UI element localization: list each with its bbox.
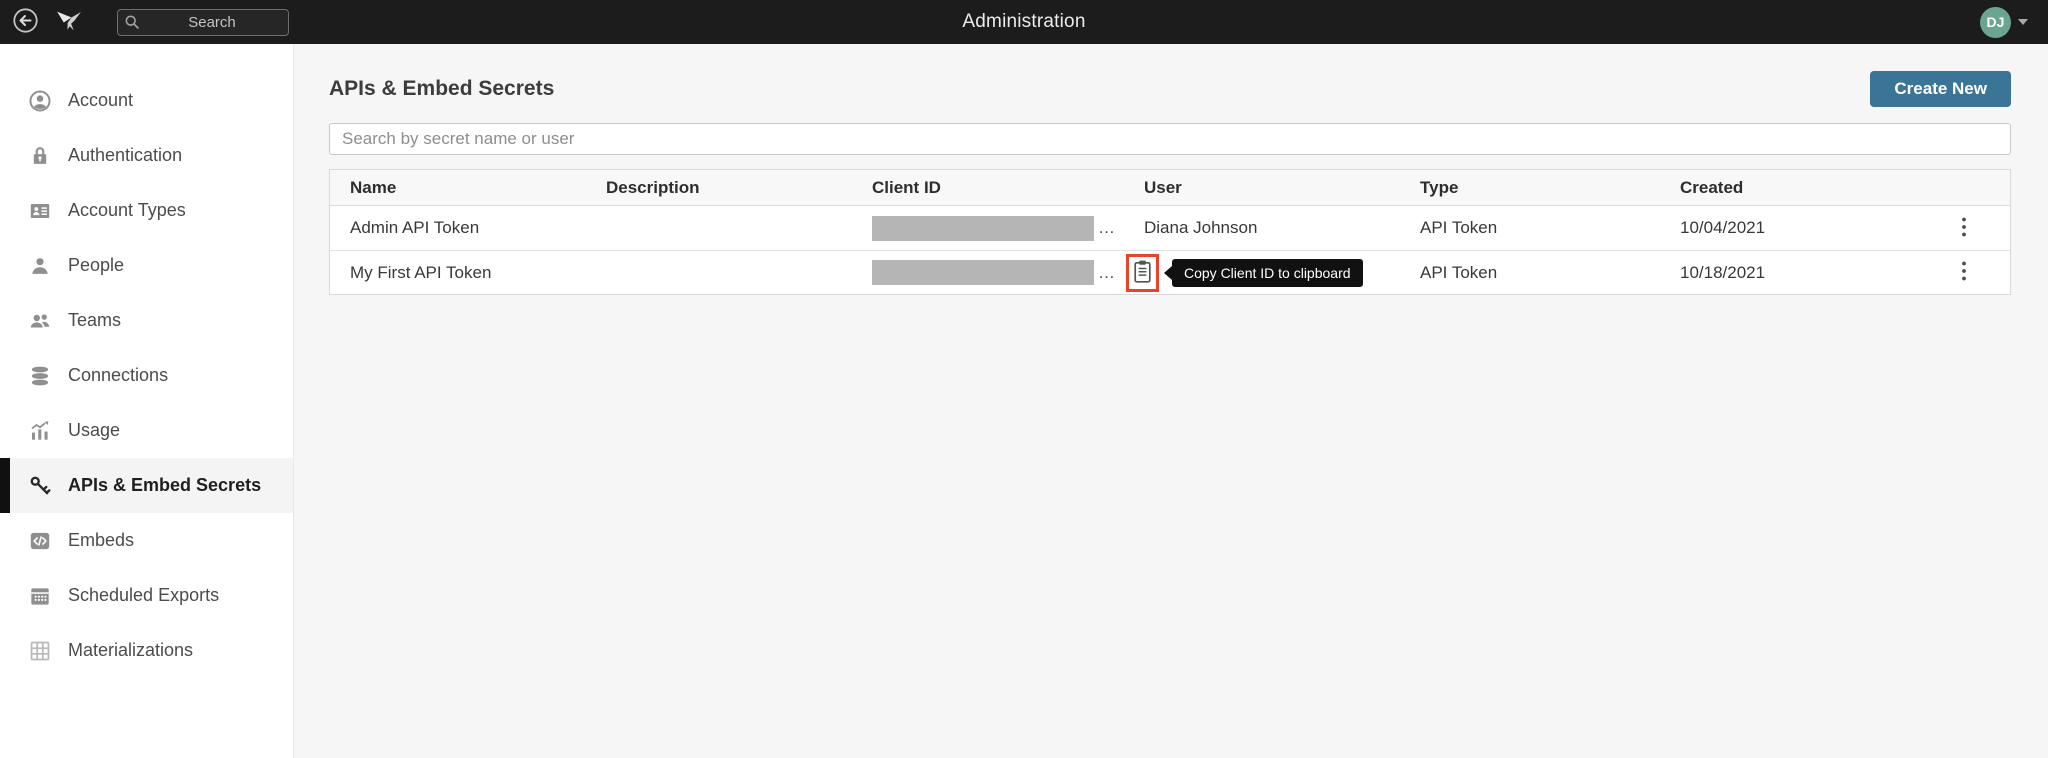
sidebar-item-teams[interactable]: Teams bbox=[0, 293, 293, 348]
database-icon bbox=[26, 363, 54, 389]
secrets-table: Name Description Client ID User Type Cre… bbox=[329, 169, 2011, 295]
secret-type: API Token bbox=[1400, 218, 1660, 238]
topbar: Administration DJ bbox=[0, 0, 2048, 44]
sidebar-item-materializations[interactable]: Materializations bbox=[0, 623, 293, 678]
sidebar-item-label: Account bbox=[68, 90, 133, 111]
tooltip: Copy Client ID to clipboard bbox=[1172, 259, 1363, 287]
kebab-icon bbox=[1961, 215, 1967, 242]
table-header-row: Name Description Client ID User Type Cre… bbox=[330, 170, 2010, 206]
column-header-client-id: Client ID bbox=[852, 178, 1124, 198]
sidebar-item-authentication[interactable]: Authentication bbox=[0, 128, 293, 183]
sidebar-item-label: Authentication bbox=[68, 145, 182, 166]
secret-created: 10/18/2021 bbox=[1660, 263, 1918, 283]
chart-icon bbox=[26, 418, 54, 444]
secrets-search-input[interactable] bbox=[329, 123, 2011, 155]
key-icon bbox=[26, 473, 54, 499]
page-title: APIs & Embed Secrets bbox=[329, 77, 554, 101]
people-icon bbox=[26, 308, 54, 334]
client-id-ellipsis: … bbox=[1098, 218, 1117, 238]
global-search bbox=[117, 9, 289, 36]
table-icon bbox=[26, 638, 54, 664]
sidebar-item-people[interactable]: People bbox=[0, 238, 293, 293]
calendar-icon bbox=[26, 583, 54, 609]
code-icon bbox=[26, 528, 54, 554]
secret-name: Admin API Token bbox=[330, 218, 586, 238]
client-id-ellipsis: … bbox=[1098, 263, 1117, 283]
page-header-title: Administration bbox=[0, 11, 2048, 33]
column-header-name: Name bbox=[330, 178, 586, 198]
sidebar-item-label: Scheduled Exports bbox=[68, 585, 219, 606]
sidebar-item-label: Teams bbox=[68, 310, 121, 331]
app-logo[interactable] bbox=[53, 6, 85, 39]
sidebar-item-account-types[interactable]: Account Types bbox=[0, 183, 293, 238]
global-search-input[interactable] bbox=[117, 9, 289, 36]
table-row: Admin API Token … Diana Johnson API Toke… bbox=[330, 206, 2010, 250]
sidebar-item-label: Connections bbox=[68, 365, 168, 386]
sidebar-item-connections[interactable]: Connections bbox=[0, 348, 293, 403]
column-header-user: User bbox=[1124, 178, 1400, 198]
sidebar-item-usage[interactable]: Usage bbox=[0, 403, 293, 458]
sidebar-item-scheduled-exports[interactable]: Scheduled Exports bbox=[0, 568, 293, 623]
back-icon bbox=[12, 7, 39, 37]
bird-logo-icon bbox=[53, 6, 85, 39]
column-header-type: Type bbox=[1400, 178, 1660, 198]
sidebar-item-label: People bbox=[68, 255, 124, 276]
clipboard-icon bbox=[1133, 259, 1152, 287]
column-header-description: Description bbox=[586, 178, 852, 198]
secret-created: 10/04/2021 bbox=[1660, 218, 1918, 238]
kebab-icon bbox=[1961, 259, 1967, 286]
main-content: APIs & Embed Secrets Create New Name Des… bbox=[295, 44, 2048, 758]
secret-user: Diana Johnson bbox=[1124, 218, 1400, 238]
sidebar-item-label: APIs & Embed Secrets bbox=[68, 475, 261, 496]
sidebar-item-account[interactable]: Account bbox=[0, 73, 293, 128]
client-id-redacted-block bbox=[872, 260, 1094, 285]
row-menu-button[interactable] bbox=[1953, 211, 1975, 246]
table-row: My First API Token … Copy Client ID to c… bbox=[330, 250, 2010, 294]
secret-type: API Token bbox=[1400, 263, 1660, 283]
row-menu-button[interactable] bbox=[1953, 255, 1975, 290]
avatar[interactable]: DJ bbox=[1980, 7, 2011, 38]
back-button[interactable] bbox=[12, 7, 39, 37]
client-id-cell: … bbox=[852, 216, 1124, 241]
admin-sidebar: Account Authentication Account Types bbox=[0, 44, 294, 758]
client-id-redacted-block bbox=[872, 216, 1094, 241]
account-icon bbox=[26, 88, 54, 114]
sidebar-item-label: Embeds bbox=[68, 530, 134, 551]
person-icon bbox=[26, 253, 54, 279]
create-new-button[interactable]: Create New bbox=[1870, 71, 2011, 107]
chevron-down-icon[interactable] bbox=[2018, 19, 2028, 25]
sidebar-item-label: Usage bbox=[68, 420, 120, 441]
sidebar-item-embeds[interactable]: Embeds bbox=[0, 513, 293, 568]
client-id-cell: … Copy Client ID to clipboard bbox=[852, 254, 1124, 292]
lock-icon bbox=[26, 143, 54, 169]
sidebar-item-apis-embed-secrets[interactable]: APIs & Embed Secrets bbox=[0, 458, 293, 513]
secret-name: My First API Token bbox=[330, 263, 586, 283]
copy-client-id-button[interactable] bbox=[1126, 254, 1159, 292]
badge-icon bbox=[26, 198, 54, 224]
column-header-created: Created bbox=[1660, 178, 1918, 198]
sidebar-item-label: Account Types bbox=[68, 200, 186, 221]
sidebar-item-label: Materializations bbox=[68, 640, 193, 661]
